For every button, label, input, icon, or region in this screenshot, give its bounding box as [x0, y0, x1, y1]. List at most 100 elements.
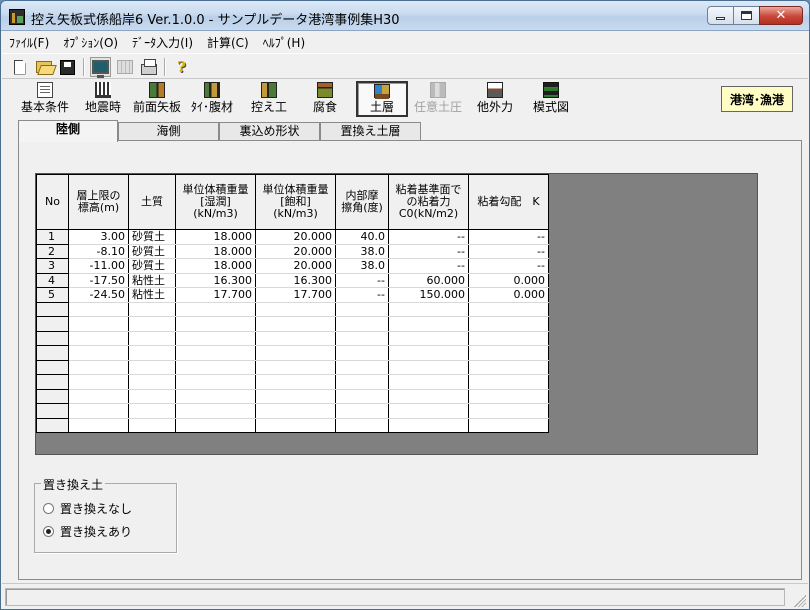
table-cell[interactable]	[175, 418, 256, 433]
table-cell[interactable]	[175, 389, 256, 404]
table-cell[interactable]: 0.000	[468, 273, 549, 288]
arbitrary-earth-pressure-button[interactable]: 任意土圧	[410, 81, 466, 117]
table-cell[interactable]: 0.000	[468, 287, 549, 303]
table-button[interactable]	[114, 57, 135, 77]
table-cell[interactable]	[128, 360, 176, 375]
table-cell[interactable]	[68, 316, 129, 332]
table-cell[interactable]: 38.0	[335, 244, 389, 259]
table-cell[interactable]	[468, 418, 549, 433]
table-cell[interactable]: 16.300	[255, 273, 336, 288]
table-cell[interactable]	[335, 374, 389, 390]
table-cell[interactable]: -11.00	[68, 258, 129, 274]
table-cell[interactable]	[68, 403, 129, 419]
table-cell[interactable]	[68, 374, 129, 390]
table-cell[interactable]: --	[335, 273, 389, 288]
table-cell[interactable]	[468, 389, 549, 404]
monitor-button[interactable]	[90, 57, 111, 78]
table-cell[interactable]	[335, 389, 389, 404]
table-cell[interactable]	[388, 389, 469, 404]
table-cell[interactable]	[468, 302, 549, 317]
table-cell[interactable]	[68, 418, 129, 433]
table-cell[interactable]: 18.000	[175, 258, 256, 274]
tab-replacement-layer[interactable]: 置換え土層	[320, 122, 421, 141]
table-cell[interactable]: --	[335, 287, 389, 303]
table-cell[interactable]: 砂質土	[128, 258, 176, 274]
table-cell[interactable]	[68, 389, 129, 404]
table-cell[interactable]	[388, 316, 469, 332]
table-cell[interactable]	[468, 331, 549, 346]
table-cell[interactable]	[388, 374, 469, 390]
radio-with-replacement[interactable]: 置き換えあり	[43, 523, 132, 540]
table-cell[interactable]: 17.700	[175, 287, 256, 303]
table-cell[interactable]	[255, 403, 336, 419]
table-cell[interactable]	[128, 403, 176, 419]
table-cell[interactable]: 砂質土	[128, 244, 176, 259]
table-cell[interactable]	[255, 418, 336, 433]
table-cell[interactable]	[175, 345, 256, 361]
table-cell[interactable]	[255, 389, 336, 404]
table-cell[interactable]: --	[468, 229, 549, 245]
maximize-button[interactable]	[733, 6, 760, 25]
table-cell[interactable]: 20.000	[255, 229, 336, 245]
table-cell[interactable]	[175, 403, 256, 419]
radio-button-icon[interactable]	[43, 503, 54, 514]
open-button[interactable]	[33, 57, 54, 77]
table-cell[interactable]	[175, 302, 256, 317]
table-cell[interactable]: 16.300	[175, 273, 256, 288]
table-cell[interactable]	[128, 316, 176, 332]
table-cell[interactable]: 60.000	[388, 273, 469, 288]
new-button[interactable]	[9, 57, 30, 77]
table-cell[interactable]: 18.000	[175, 244, 256, 259]
minimize-button[interactable]	[707, 6, 734, 25]
table-cell[interactable]	[335, 302, 389, 317]
save-button[interactable]	[57, 57, 78, 77]
table-cell[interactable]: -8.10	[68, 244, 129, 259]
table-cell[interactable]: 砂質土	[128, 229, 176, 245]
tab-sea-side[interactable]: 海側	[118, 122, 219, 141]
table-cell[interactable]	[68, 345, 129, 361]
table-cell[interactable]	[255, 374, 336, 390]
table-cell[interactable]	[468, 345, 549, 361]
table-cell[interactable]: -17.50	[68, 273, 129, 288]
print-button[interactable]	[138, 57, 159, 77]
soil-layer-button[interactable]: 土層	[356, 81, 408, 117]
table-cell[interactable]: 150.000	[388, 287, 469, 303]
tie-rod-wale-button[interactable]: ﾀｲ･腹材	[186, 81, 238, 117]
table-cell[interactable]: 3.00	[68, 229, 129, 245]
table-cell[interactable]	[335, 418, 389, 433]
radio-no-replacement[interactable]: 置き換えなし	[43, 500, 132, 517]
table-cell[interactable]: --	[388, 244, 469, 259]
basic-conditions-button[interactable]: 基本条件	[14, 81, 76, 117]
table-cell[interactable]	[388, 345, 469, 361]
corrosion-button[interactable]: 腐食	[302, 81, 348, 117]
table-cell[interactable]	[68, 331, 129, 346]
table-cell[interactable]	[128, 331, 176, 346]
table-cell[interactable]: 38.0	[335, 258, 389, 274]
table-cell[interactable]	[255, 316, 336, 332]
table-cell[interactable]: --	[468, 258, 549, 274]
menu-help[interactable]: ﾍﾙﾌﾟ(H)	[256, 32, 312, 52]
menu-calculate[interactable]: 計算(C)	[200, 32, 256, 52]
table-cell[interactable]	[468, 360, 549, 375]
table-cell[interactable]	[68, 360, 129, 375]
table-cell[interactable]	[175, 316, 256, 332]
table-cell[interactable]: 18.000	[175, 229, 256, 245]
table-cell[interactable]	[255, 302, 336, 317]
table-cell[interactable]: -24.50	[68, 287, 129, 303]
resize-grip-icon[interactable]	[794, 595, 806, 607]
table-cell[interactable]: --	[388, 258, 469, 274]
table-cell[interactable]: 40.0	[335, 229, 389, 245]
table-cell[interactable]: 粘性土	[128, 273, 176, 288]
schematic-button[interactable]: 模式図	[528, 81, 574, 117]
table-cell[interactable]	[255, 345, 336, 361]
external-force-button[interactable]: 他外力	[472, 81, 518, 117]
table-cell[interactable]: 17.700	[255, 287, 336, 303]
table-cell[interactable]	[255, 360, 336, 375]
anchor-work-button[interactable]: 控え工	[246, 81, 292, 117]
table-cell[interactable]	[128, 389, 176, 404]
table-cell[interactable]	[128, 345, 176, 361]
table-cell[interactable]	[255, 331, 336, 346]
table-cell[interactable]	[128, 302, 176, 317]
menu-file[interactable]: ﾌｧｲﾙ(F)	[2, 32, 56, 52]
table-cell[interactable]	[335, 345, 389, 361]
